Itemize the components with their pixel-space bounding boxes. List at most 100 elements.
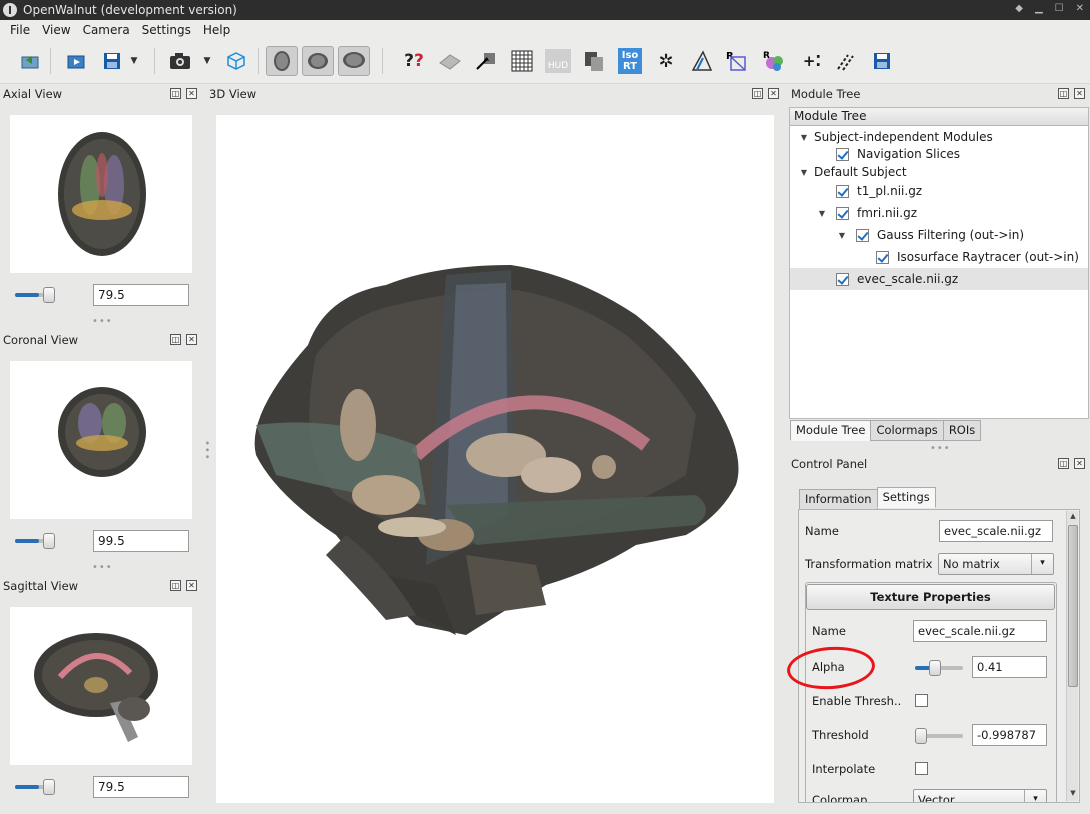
scroll-up-icon[interactable]: ▲: [1068, 512, 1078, 522]
arrow-tool-button[interactable]: [470, 46, 502, 76]
grid-button[interactable]: [506, 46, 538, 76]
expand-arrow-icon[interactable]: ▼: [798, 168, 810, 177]
float-icon[interactable]: ◫: [752, 88, 763, 99]
window-menu-icon[interactable]: ◆: [1015, 3, 1023, 14]
float-icon[interactable]: ◫: [1058, 458, 1069, 469]
minimize-icon[interactable]: ▁: [1035, 3, 1043, 14]
camera-menu-dropdown[interactable]: ▼: [199, 46, 215, 76]
threshold-slider[interactable]: [915, 728, 963, 744]
scrollbar-thumb[interactable]: [1068, 525, 1078, 687]
sagittal-slice-slider[interactable]: [15, 776, 55, 798]
save-menu-dropdown[interactable]: ▼: [126, 46, 142, 76]
slider-handle[interactable]: [43, 533, 55, 549]
colormap-select[interactable]: Vector ▾: [913, 789, 1047, 802]
save-button[interactable]: [96, 46, 128, 76]
tab-module-tree[interactable]: Module Tree: [790, 420, 872, 441]
screenshot-button[interactable]: [164, 46, 196, 76]
module-tree[interactable]: Module Tree ▼ Subject-independent Module…: [789, 107, 1089, 419]
checkbox[interactable]: [836, 206, 849, 220]
expand-arrow-icon[interactable]: ▼: [836, 231, 848, 240]
gear-tool-button[interactable]: ✲: [650, 46, 682, 76]
alpha-slider-handle[interactable]: [928, 660, 941, 676]
registration-button[interactable]: R: [722, 46, 754, 76]
menu-camera[interactable]: Camera: [77, 23, 136, 37]
axial-slice-toggle[interactable]: [266, 46, 298, 76]
view3d-canvas[interactable]: [216, 115, 774, 803]
tab-rois[interactable]: ROIs: [942, 420, 982, 441]
threshold-slider-handle[interactable]: [915, 728, 927, 744]
float-icon[interactable]: ◫: [170, 580, 181, 591]
tree-item-evec-scale[interactable]: evec_scale.nii.gz: [790, 268, 1088, 290]
close-icon[interactable]: ✕: [1074, 458, 1085, 469]
menu-settings[interactable]: Settings: [136, 23, 197, 37]
axial-slice-slider[interactable]: [15, 284, 55, 306]
axial-view-canvas[interactable]: [10, 115, 192, 273]
coronal-slider-track[interactable]: [15, 533, 55, 549]
tab-settings[interactable]: Settings: [876, 487, 936, 508]
axial-slider-track[interactable]: [15, 287, 55, 303]
close-icon[interactable]: ✕: [1076, 3, 1084, 14]
load-project-button[interactable]: [14, 46, 46, 76]
checkbox[interactable]: [836, 272, 849, 286]
close-icon[interactable]: ✕: [186, 88, 197, 99]
texture-properties-button[interactable]: Texture Properties: [806, 584, 1055, 610]
vertical-splitter-grip[interactable]: •••: [201, 440, 212, 461]
splitter-grip[interactable]: •••: [930, 443, 951, 454]
coronal-slice-input[interactable]: 99.5: [93, 530, 189, 552]
tab-information[interactable]: Information: [799, 489, 878, 510]
alpha-input[interactable]: 0.41: [972, 656, 1047, 678]
hud-button[interactable]: HUD: [542, 46, 574, 76]
enable-threshold-checkbox[interactable]: [915, 694, 928, 707]
close-icon[interactable]: ✕: [1074, 88, 1085, 99]
axial-slice-input[interactable]: 79.5: [93, 284, 189, 306]
name-input[interactable]: evec_scale.nii.gz: [939, 520, 1053, 542]
transformation-matrix-select[interactable]: No matrix ▾: [938, 553, 1054, 575]
expand-arrow-icon[interactable]: ▼: [816, 209, 828, 218]
coronal-slice-toggle[interactable]: [302, 46, 334, 76]
menu-view[interactable]: View: [36, 23, 76, 37]
module-tree-header[interactable]: Module Tree: [790, 108, 1088, 126]
streamline-button[interactable]: [830, 46, 862, 76]
sagittal-slider-track[interactable]: [15, 779, 55, 795]
whats-this-button[interactable]: ??: [398, 46, 430, 76]
checkbox[interactable]: [856, 228, 869, 242]
sagittal-view-canvas[interactable]: [10, 607, 192, 765]
settings-scrollbar[interactable]: ▲ ▼: [1066, 511, 1078, 801]
tree-item-isosurface-raytracer[interactable]: Isosurface Raytracer (out->in): [876, 246, 1088, 268]
slider-handle[interactable]: [43, 287, 55, 303]
add-point-button[interactable]: +⁚: [796, 46, 828, 76]
load-data-button[interactable]: [60, 46, 92, 76]
tree-item-fmri[interactable]: ▼ fmri.nii.gz: [816, 202, 1086, 224]
interpolate-checkbox[interactable]: [915, 762, 928, 775]
float-icon[interactable]: ◫: [170, 88, 181, 99]
maximize-icon[interactable]: ☐: [1055, 3, 1064, 14]
slider-handle[interactable]: [43, 779, 55, 795]
checkbox[interactable]: [836, 147, 849, 161]
tree-item-t1[interactable]: t1_pl.nii.gz: [836, 180, 1086, 202]
float-icon[interactable]: ◫: [1058, 88, 1069, 99]
layers-button[interactable]: [578, 46, 610, 76]
close-icon[interactable]: ✕: [768, 88, 779, 99]
close-icon[interactable]: ✕: [186, 580, 197, 591]
expand-arrow-icon[interactable]: ▼: [798, 133, 810, 142]
tab-colormaps[interactable]: Colormaps: [870, 420, 944, 441]
float-icon[interactable]: ◫: [170, 334, 181, 345]
surface-button[interactable]: [434, 46, 466, 76]
checkbox[interactable]: [876, 250, 889, 264]
menu-help[interactable]: Help: [197, 23, 236, 37]
reset-view-button[interactable]: [220, 46, 252, 76]
coronal-slice-slider[interactable]: [15, 530, 55, 552]
close-icon[interactable]: ✕: [186, 334, 197, 345]
save-state-button[interactable]: [866, 46, 898, 76]
alpha-slider[interactable]: [915, 660, 963, 676]
measure-button[interactable]: [686, 46, 718, 76]
menu-file[interactable]: File: [4, 23, 36, 37]
sagittal-slice-input[interactable]: 79.5: [93, 776, 189, 798]
scroll-down-icon[interactable]: ▼: [1068, 789, 1078, 799]
coronal-view-canvas[interactable]: [10, 361, 192, 519]
sagittal-slice-toggle[interactable]: [338, 46, 370, 76]
isort-button[interactable]: Iso RT: [614, 46, 646, 76]
checkbox[interactable]: [836, 184, 849, 198]
fiber-button[interactable]: R: [758, 46, 790, 76]
texture-name-input[interactable]: evec_scale.nii.gz: [913, 620, 1047, 642]
